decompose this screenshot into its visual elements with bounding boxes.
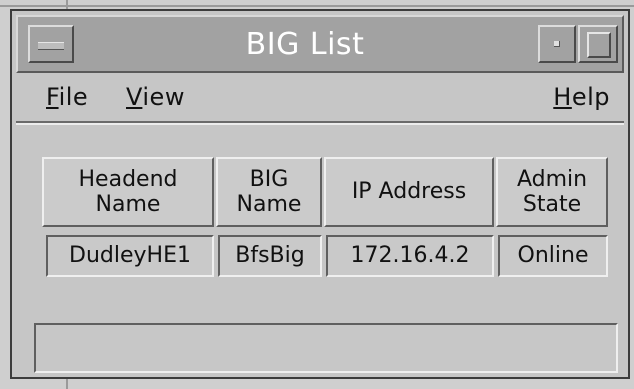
column-header-line: IP Address xyxy=(351,179,467,205)
window-menu-button[interactable] xyxy=(28,25,74,63)
menu-file[interactable]: File xyxy=(46,83,88,111)
column-header-line: Name xyxy=(236,192,302,217)
cell-admin-state[interactable]: Online xyxy=(498,235,608,277)
cell-headend-name[interactable]: DudleyHE1 xyxy=(46,235,214,277)
column-header-headend-name[interactable]: Headend Name xyxy=(42,157,214,227)
big-list-window: BIG List File View Help Headend Name BIG N… xyxy=(10,9,630,379)
menu-help-mnemonic: H xyxy=(553,83,572,111)
column-header-line: Admin xyxy=(516,166,588,192)
window-title: BIG List xyxy=(245,26,365,62)
minimize-icon xyxy=(554,41,560,47)
menu-file-label: ile xyxy=(58,83,89,111)
column-header-line: State xyxy=(522,192,582,217)
title-bar[interactable]: BIG List xyxy=(16,15,624,73)
menu-view-label: iew xyxy=(142,83,185,111)
menu-file-mnemonic: F xyxy=(46,83,59,111)
menu-help-label: elp xyxy=(571,83,610,111)
status-bar xyxy=(34,323,618,373)
minimize-button[interactable] xyxy=(538,25,576,63)
column-header-ip-address[interactable]: IP Address xyxy=(324,157,494,227)
menu-view-mnemonic: V xyxy=(126,83,143,111)
maximize-icon xyxy=(587,32,611,58)
column-header-line: Headend xyxy=(78,166,178,192)
desktop-grid-line xyxy=(0,5,634,7)
column-header-line: Name xyxy=(95,192,161,217)
column-header-admin-state[interactable]: Admin State xyxy=(496,157,608,227)
menu-bar: File View Help xyxy=(16,75,624,125)
menu-view[interactable]: View xyxy=(126,83,185,111)
column-header-big-name[interactable]: BIG Name xyxy=(216,157,322,227)
column-header-line: BIG xyxy=(249,166,289,192)
maximize-button[interactable] xyxy=(578,25,618,63)
menu-help[interactable]: Help xyxy=(553,83,610,111)
cell-big-name[interactable]: BfsBig xyxy=(218,235,322,277)
window-menu-icon xyxy=(38,42,64,50)
cell-ip-address[interactable]: 172.16.4.2 xyxy=(326,235,494,277)
